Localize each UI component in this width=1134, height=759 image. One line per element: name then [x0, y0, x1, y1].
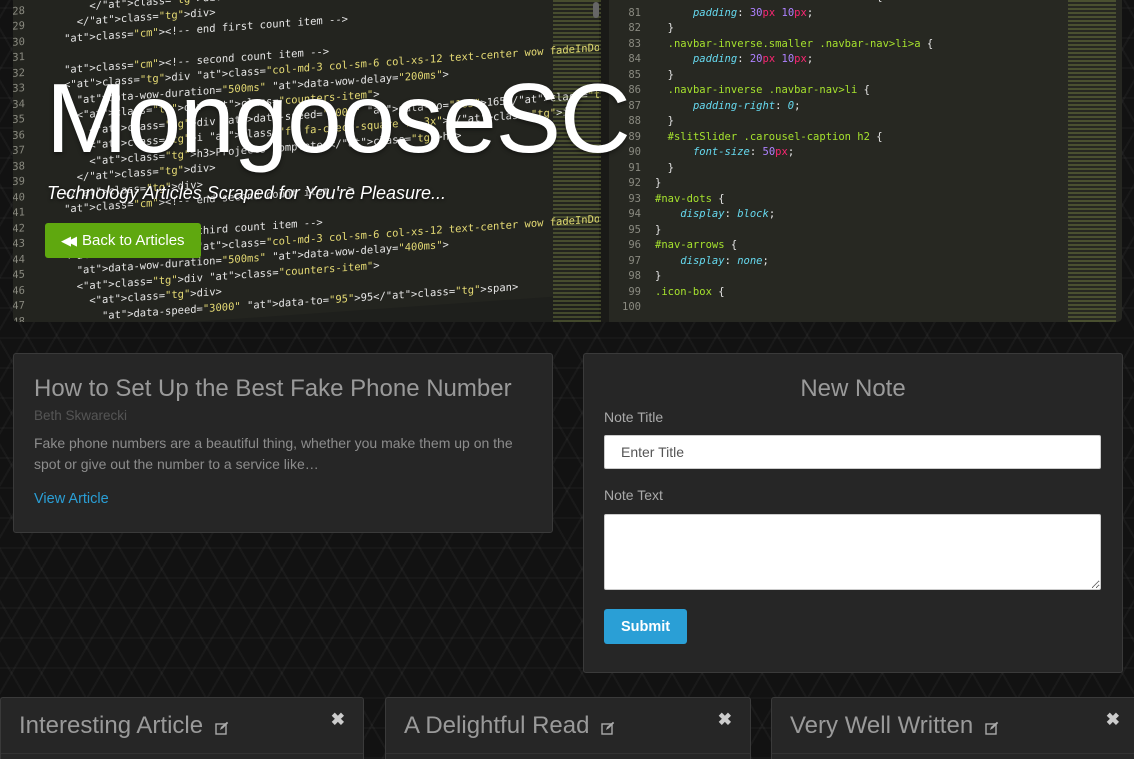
- code-line: 96 #nav-arrows {: [628, 239, 738, 251]
- note-title-input[interactable]: [604, 435, 1101, 469]
- code-line: 97 display: none;: [628, 254, 769, 267]
- note-card: Interesting Article ✖: [0, 697, 364, 759]
- back-button-label: Back to Articles: [82, 232, 185, 249]
- form-heading: New Note: [800, 375, 906, 402]
- article-title: How to Set Up the Best Fake Phone Number: [34, 375, 512, 402]
- code-line: 90 font-size: 50px;: [628, 146, 795, 158]
- note-title: A Delightful Read: [404, 711, 590, 739]
- note-card: A Delightful Read ✖: [385, 697, 751, 759]
- code-scrollbar: [593, 2, 599, 18]
- code-line: 81 padding: 30px 10px;: [628, 6, 814, 19]
- submit-button[interactable]: Submit: [604, 609, 688, 644]
- page-title: MongooseSC: [46, 63, 631, 173]
- code-line: 94 display: block;: [628, 208, 776, 220]
- code-line: 95}: [628, 223, 662, 236]
- code-line: 82 }: [628, 22, 674, 34]
- code-line: 93 #nav-dots {: [628, 192, 725, 205]
- close-icon[interactable]: ✖: [718, 710, 732, 730]
- backward-icon: ◀◀: [61, 232, 77, 248]
- code-line: 87 padding-right: 0;: [628, 99, 801, 112]
- edit-icon[interactable]: [985, 721, 999, 735]
- note-title: Very Well Written: [790, 711, 974, 739]
- edit-icon[interactable]: [601, 721, 615, 735]
- note-title: Interesting Article: [19, 711, 204, 739]
- edit-icon[interactable]: [215, 721, 229, 735]
- hero-banner: 327 <"at">class="tg">i c<"at">class="tg"…: [13, 0, 1122, 322]
- code-line: 99 .icon-box {: [628, 285, 725, 298]
- code-line: 83 .navbar-inverse.smaller .navbar-nav>l…: [628, 37, 934, 50]
- code-line: 92}: [628, 177, 662, 189]
- article-card: How to Set Up the Best Fake Phone Number…: [13, 353, 553, 533]
- code-line: 86 .navbar-inverse .navbar-nav>li {: [628, 84, 870, 96]
- code-line: 84 padding: 20px 10px;: [628, 53, 814, 65]
- note-text-label: Note Text: [604, 487, 663, 503]
- code-line: 100: [622, 301, 641, 313]
- code-line: 88 }: [628, 115, 674, 127]
- note-title-label: Note Title: [604, 409, 664, 425]
- code-line: 85 }: [628, 68, 674, 81]
- note-card: Very Well Written ✖: [771, 697, 1134, 759]
- new-note-form: New Note Note Title Note Text Submit: [583, 353, 1123, 673]
- note-text-input[interactable]: [604, 514, 1101, 590]
- close-icon[interactable]: ✖: [331, 710, 345, 730]
- back-to-articles-button[interactable]: ◀◀ Back to Articles: [45, 223, 201, 258]
- code-image-right: 80 .navbar-inverse .navbar-nav>li>a {81 …: [599, 0, 1122, 322]
- code-line: 98}: [628, 270, 662, 282]
- close-icon[interactable]: ✖: [1106, 710, 1120, 730]
- code-minimap: [1068, 0, 1116, 322]
- view-article-link[interactable]: View Article: [34, 491, 109, 507]
- article-author: Beth Skwarecki: [34, 408, 128, 423]
- code-line: 89 #slitSlider .carousel-caption h2 {: [628, 130, 883, 143]
- page-subtitle: Technology Articles Scraped for You're P…: [47, 183, 446, 203]
- article-excerpt: Fake phone numbers are a beautiful thing…: [34, 435, 513, 472]
- code-line: 91 }: [628, 161, 674, 174]
